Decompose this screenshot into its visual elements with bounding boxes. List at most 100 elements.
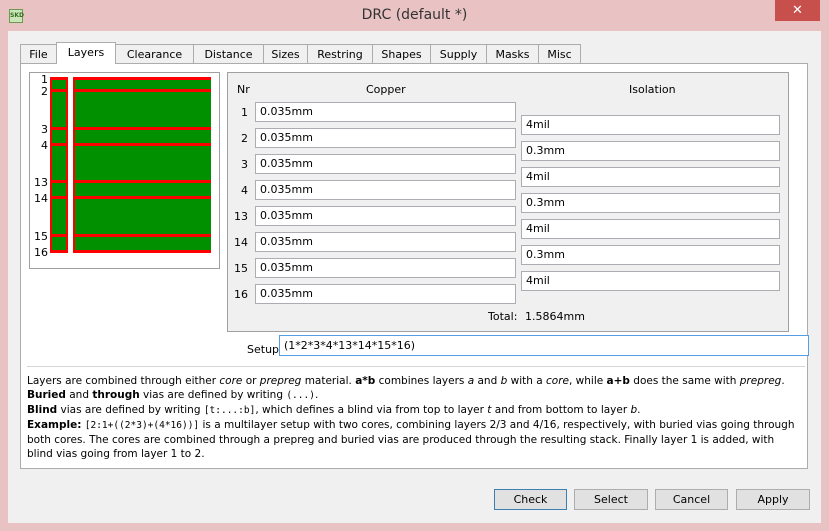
help-text-segment: , which defines a blind via from top to … bbox=[255, 404, 488, 416]
check-button[interactable]: Check bbox=[494, 489, 567, 510]
select-button[interactable]: Select bbox=[574, 489, 648, 510]
layer-nr-label: 4 bbox=[241, 184, 248, 197]
copper-layer-mark bbox=[50, 234, 68, 237]
title-bar[interactable]: SKD DRC (default *) ✕ bbox=[0, 0, 829, 32]
dialog-client: File Layers Clearance Distance Sizes Res… bbox=[8, 31, 821, 523]
copper-layer-mark bbox=[50, 196, 68, 199]
help-text-segment: Example: bbox=[27, 419, 82, 431]
isolation-thickness-field[interactable]: 4mil bbox=[521, 219, 780, 239]
apply-button[interactable]: Apply bbox=[736, 489, 810, 510]
help-text-segment: core bbox=[219, 375, 243, 387]
help-text-segment: . bbox=[314, 389, 319, 401]
copper-layer-mark bbox=[50, 77, 68, 80]
tab-masks[interactable]: Masks bbox=[486, 44, 539, 63]
tab-distance[interactable]: Distance bbox=[193, 44, 264, 63]
copper-thickness-field[interactable]: 0.035mm bbox=[255, 284, 516, 304]
tab-restring[interactable]: Restring bbox=[307, 44, 373, 63]
help-text-segment: combines layers bbox=[375, 375, 468, 387]
tab-layers[interactable]: Layers bbox=[56, 42, 116, 64]
help-text-segment: . bbox=[781, 375, 785, 387]
copper-layer-mark bbox=[50, 250, 68, 253]
layer-stack-diagram: 123413141516 bbox=[34, 73, 211, 259]
copper-layer-mark bbox=[50, 89, 68, 92]
layer-stack-preview: 1 2 3 4 13 14 15 16 bbox=[29, 72, 220, 269]
help-text-segment: Blind bbox=[27, 404, 58, 416]
isolation-thickness-field[interactable]: 4mil bbox=[521, 271, 780, 291]
copper-thickness-field[interactable]: 0.035mm bbox=[255, 258, 516, 278]
help-text-segment: a*b bbox=[355, 375, 376, 387]
help-paragraph-example: Example: [2:1+((2*3)+(4*16))] is a multi… bbox=[27, 418, 797, 461]
layer-nr-label: 15 bbox=[234, 262, 248, 275]
tab-file[interactable]: File bbox=[20, 44, 57, 63]
isolation-thickness-field[interactable]: 0.3mm bbox=[521, 245, 780, 265]
tab-supply[interactable]: Supply bbox=[430, 44, 487, 63]
help-text-segment: through bbox=[92, 389, 140, 401]
tab-clearance[interactable]: Clearance bbox=[115, 44, 194, 63]
copper-thickness-field[interactable]: 0.035mm bbox=[255, 180, 516, 200]
layer-number-label: 13 bbox=[34, 176, 48, 189]
copper-layer-bar bbox=[73, 89, 211, 92]
tab-sizes[interactable]: Sizes bbox=[263, 44, 308, 63]
help-paragraph-combine: Layers are combined through either core … bbox=[27, 374, 797, 388]
copper-layer-bar bbox=[73, 196, 211, 199]
copper-thickness-field[interactable]: 0.035mm bbox=[255, 128, 516, 148]
nr-header: Nr bbox=[237, 83, 250, 96]
layer-nr-label: 13 bbox=[234, 210, 248, 223]
isolation-thickness-field[interactable]: 4mil bbox=[521, 167, 780, 187]
copper-thickness-field[interactable]: 0.035mm bbox=[255, 154, 516, 174]
help-text-segment: , while bbox=[568, 375, 607, 387]
copper-layer-bar bbox=[73, 127, 211, 130]
layer-number-label: 2 bbox=[41, 85, 48, 98]
copper-layer-bar bbox=[73, 250, 211, 253]
help-text-segment: and bbox=[65, 389, 93, 401]
cancel-button[interactable]: Cancel bbox=[655, 489, 728, 510]
isolation-thickness-field[interactable]: 0.3mm bbox=[521, 141, 780, 161]
isolation-header: Isolation bbox=[629, 83, 676, 96]
help-text-segment: [2:1+((2*3)+(4*16))] bbox=[84, 420, 200, 431]
layer-nr-label: 1 bbox=[241, 106, 248, 119]
separator bbox=[27, 366, 805, 367]
copper-layer-mark bbox=[50, 127, 68, 130]
help-text-segment: . bbox=[637, 404, 641, 416]
help-text-segment: does the same with bbox=[629, 375, 740, 387]
layer-number-label: 15 bbox=[34, 230, 48, 243]
via-column bbox=[51, 77, 67, 253]
total-value: 1.5864mm bbox=[525, 310, 585, 323]
setup-input[interactable]: (1*2*3*4*13*14*15*16) bbox=[279, 335, 809, 356]
close-button[interactable]: ✕ bbox=[775, 0, 820, 21]
window-title: DRC (default *) bbox=[361, 7, 468, 23]
drc-window: SKD DRC (default *) ✕ File Layers Cleara… bbox=[0, 0, 829, 531]
layer-number-label: 14 bbox=[34, 192, 48, 205]
layer-number-label: 3 bbox=[41, 123, 48, 136]
help-text-segment: core bbox=[546, 375, 569, 387]
copper-thickness-field[interactable]: 0.035mm bbox=[255, 206, 516, 226]
tab-shapes[interactable]: Shapes bbox=[372, 44, 431, 63]
help-text-segment: prepreg bbox=[259, 375, 302, 387]
help-text-segment: and bbox=[474, 375, 501, 387]
isolation-thickness-field[interactable]: 0.3mm bbox=[521, 193, 780, 213]
core-edge bbox=[73, 77, 75, 253]
tab-misc[interactable]: Misc bbox=[538, 44, 581, 63]
copper-layer-mark bbox=[50, 180, 68, 183]
help-text-segment: or bbox=[242, 375, 260, 387]
help-text-segment: prepreg bbox=[739, 375, 782, 387]
help-text-segment: a+b bbox=[606, 375, 630, 387]
layer-nr-label: 16 bbox=[234, 288, 248, 301]
help-text-segment: vias are defined by writing bbox=[139, 389, 287, 401]
layer-nr-label: 3 bbox=[241, 158, 248, 171]
copper-header: Copper bbox=[366, 83, 406, 96]
help-paragraph-buried: Buried and through vias are defined by w… bbox=[27, 388, 797, 403]
copper-thickness-field[interactable]: 0.035mm bbox=[255, 232, 516, 252]
core-block bbox=[74, 77, 211, 253]
help-text: Layers are combined through either core … bbox=[27, 374, 797, 461]
copper-layer-bar bbox=[73, 143, 211, 146]
setup-label: Setup bbox=[247, 343, 280, 356]
copper-layer-bar bbox=[73, 180, 211, 183]
isolation-thickness-field[interactable]: 4mil bbox=[521, 115, 780, 135]
copper-thickness-field[interactable]: 0.035mm bbox=[255, 102, 516, 122]
help-text-segment: and from bottom to layer bbox=[491, 404, 631, 416]
help-text-segment: Layers are combined through either bbox=[27, 375, 220, 387]
layer-setup-group: Nr Copper Isolation 1 2 3 4 13 14 15 16 … bbox=[227, 72, 789, 332]
help-text-segment: with a bbox=[507, 375, 546, 387]
help-text-segment: Buried bbox=[27, 389, 66, 401]
